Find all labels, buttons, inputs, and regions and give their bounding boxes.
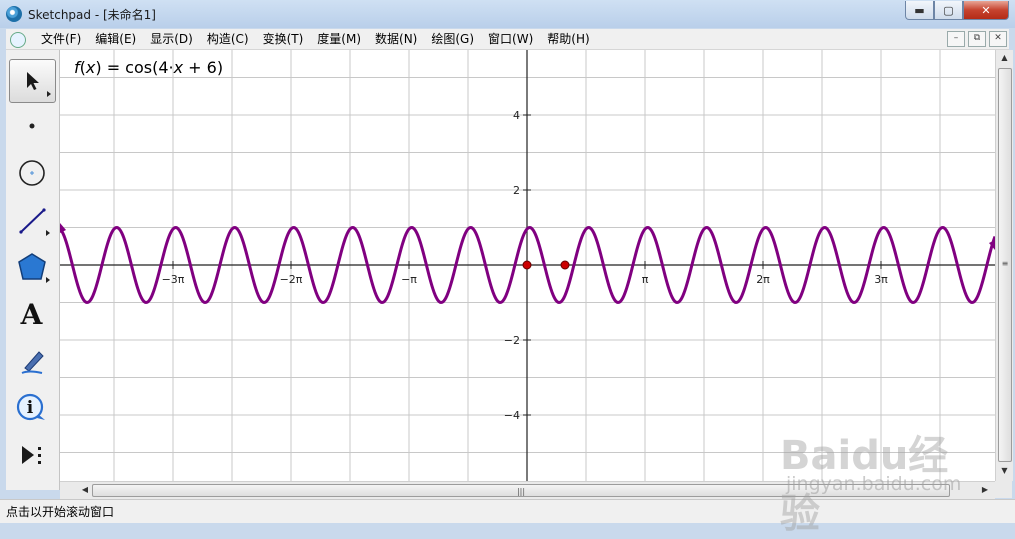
text-icon: A: [20, 297, 43, 331]
maximize-button[interactable]: ▢: [934, 1, 963, 20]
function-body-var: x: [173, 58, 184, 77]
scrollbar-corner: [995, 481, 1012, 498]
menu-transform[interactable]: 变换(T): [256, 31, 311, 47]
menu-construct[interactable]: 构造(C): [200, 31, 256, 47]
menu-window[interactable]: 窗口(W): [481, 31, 540, 47]
document-icon[interactable]: [10, 32, 26, 48]
horizontal-grip-icon: |||: [516, 487, 526, 496]
vertical-scroll-thumb[interactable]: ≡: [998, 68, 1012, 462]
scroll-down-arrow[interactable]: ▼: [996, 463, 1013, 479]
menu-edit[interactable]: 编辑(E): [88, 31, 143, 47]
function-arg-var: x: [85, 58, 96, 77]
marker-icon: [21, 351, 44, 374]
x-tick-label: π: [642, 273, 649, 286]
menu-measure[interactable]: 度量(M): [310, 31, 368, 47]
y-tick-label: −4: [504, 409, 520, 422]
compass-tool[interactable]: [9, 152, 54, 194]
menu-items: 文件(F) 编辑(E) 显示(D) 构造(C) 变换(T) 度量(M) 数据(N…: [34, 31, 597, 47]
x-tick-label: −3π: [162, 273, 185, 286]
custom-tool-icon: [21, 446, 41, 464]
point-icon: [29, 123, 34, 129]
point-tool[interactable]: [9, 105, 54, 147]
info-icon: i: [16, 393, 45, 421]
scroll-left-arrow[interactable]: ◀: [78, 482, 92, 498]
x-tick-label: 2π: [756, 273, 770, 286]
baidu-watermark: Baidu经验 jingyan.baidu.com: [780, 415, 980, 537]
document-window-controls: – ⧉ ✕: [944, 31, 1007, 47]
segment-icon: [18, 208, 46, 234]
text-tool[interactable]: A: [9, 293, 54, 335]
function-label[interactable]: f(x) = cos(4·x + 6): [74, 58, 223, 77]
watermark-url: jingyan.baidu.com: [786, 473, 962, 495]
custom-tool[interactable]: [9, 434, 54, 476]
information-tool[interactable]: i: [9, 387, 54, 429]
function-label-mid: ) = cos(4·: [95, 58, 174, 77]
svg-text:i: i: [26, 398, 33, 418]
circle-icon: [18, 160, 45, 186]
window-controls: ▬ ▢ ✕: [905, 1, 1009, 20]
x-tick-label: 3π: [874, 273, 888, 286]
doc-minimize-button[interactable]: –: [947, 31, 965, 47]
y-tick-label: −2: [504, 334, 520, 347]
arrow-icon: [26, 72, 39, 90]
vertical-grip-icon: ≡: [1001, 259, 1009, 268]
straightedge-tool[interactable]: [9, 199, 54, 241]
title-bar: Sketchpad - [未命名1] ▬ ▢ ✕: [0, 0, 1015, 28]
menu-help[interactable]: 帮助(H): [540, 31, 596, 47]
menu-file[interactable]: 文件(F): [34, 31, 88, 47]
polygon-icon: [17, 253, 46, 280]
x-tick-label: −π: [401, 273, 417, 286]
y-tick-label: 2: [513, 184, 520, 197]
doc-restore-button[interactable]: ⧉: [968, 31, 986, 47]
sketchpad-app-icon: [6, 6, 22, 22]
menu-graph[interactable]: 绘图(G): [424, 31, 481, 47]
x-tick-label: −2π: [280, 273, 303, 286]
menu-bar: 文件(F) 编辑(E) 显示(D) 构造(C) 变换(T) 度量(M) 数据(N…: [6, 29, 1009, 50]
menu-display[interactable]: 显示(D): [143, 31, 200, 47]
polygon-tool[interactable]: [9, 246, 54, 288]
vertical-scrollbar[interactable]: ▲ ≡ ▼: [995, 50, 1013, 481]
status-text: 点击以开始滚动窗口: [6, 505, 115, 519]
function-label-end: + 6): [183, 58, 224, 77]
doc-close-button[interactable]: ✕: [989, 31, 1007, 47]
minimize-button[interactable]: ▬: [905, 1, 934, 20]
graph-point: [560, 260, 570, 270]
toolbox: A i: [6, 50, 60, 490]
close-button[interactable]: ✕: [963, 1, 1009, 20]
menu-number[interactable]: 数据(N): [368, 31, 424, 47]
y-tick-label: 4: [513, 109, 520, 122]
scroll-right-arrow[interactable]: ▶: [978, 482, 992, 498]
window-title: Sketchpad - [未命名1]: [28, 8, 156, 22]
selection-arrow-tool[interactable]: [9, 59, 56, 103]
scroll-up-arrow[interactable]: ▲: [996, 50, 1013, 66]
marker-tool[interactable]: [9, 340, 54, 382]
graph-point: [522, 260, 532, 270]
function-name: f: [74, 58, 80, 77]
